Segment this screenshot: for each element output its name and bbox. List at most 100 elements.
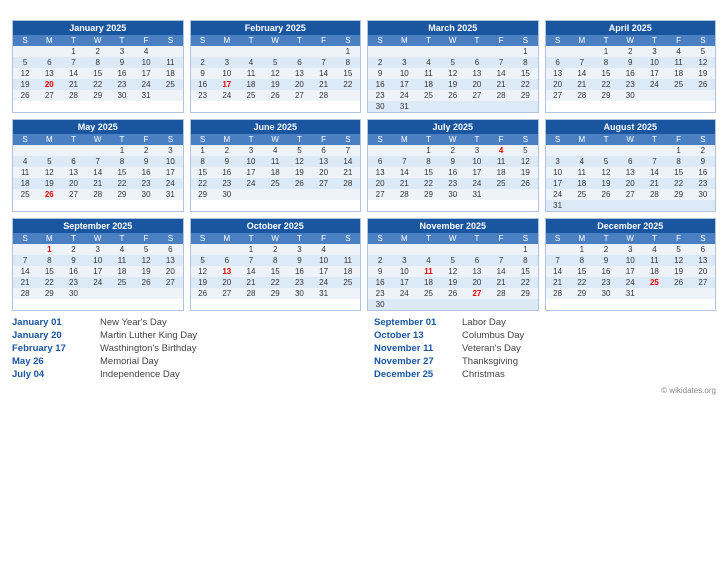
cal-day: 7: [336, 145, 360, 156]
cal-day: 9: [287, 255, 311, 266]
cal-day: 18: [489, 167, 513, 178]
cal-day: 31: [546, 200, 570, 211]
cal-day: 2: [86, 46, 110, 57]
day-header: W: [441, 233, 465, 244]
cal-day: 8: [37, 255, 61, 266]
cal-day: 19: [287, 167, 311, 178]
day-header: F: [312, 134, 336, 145]
cal-day: [263, 46, 287, 57]
cal-day: 31: [392, 101, 416, 112]
cal-table-5: SMTWTFS123456789101112131415161718192021…: [13, 134, 183, 200]
cal-day: 22: [416, 178, 440, 189]
cal-day: 29: [667, 189, 691, 200]
cal-day: 31: [618, 288, 642, 299]
holiday-date: November 27: [374, 356, 454, 367]
cal-day: 11: [239, 68, 263, 79]
cal-day: 9: [368, 68, 392, 79]
cal-day: 13: [287, 68, 311, 79]
holiday-row: November 11Veteran's Day: [374, 343, 716, 354]
cal-day: 24: [158, 178, 182, 189]
cal-day: 7: [86, 156, 110, 167]
cal-day: 3: [392, 57, 416, 68]
cal-day: 25: [642, 277, 666, 288]
cal-day: 21: [489, 79, 513, 90]
cal-day: 25: [416, 288, 440, 299]
cal-day: 9: [368, 266, 392, 277]
cal-day: 15: [263, 266, 287, 277]
cal-day: [546, 145, 570, 156]
cal-day: 3: [642, 46, 666, 57]
cal-day: 14: [489, 266, 513, 277]
cal-day: 6: [312, 145, 336, 156]
cal-day: 12: [441, 266, 465, 277]
cal-day: 30: [594, 288, 618, 299]
cal-day: 29: [570, 288, 594, 299]
cal-day: [570, 46, 594, 57]
cal-day: 26: [13, 90, 37, 101]
cal-day: [13, 145, 37, 156]
month-header-6: June 2025: [191, 120, 361, 134]
cal-day: [312, 189, 336, 200]
cal-day: 26: [191, 288, 215, 299]
day-header: W: [263, 233, 287, 244]
cal-day: 16: [368, 79, 392, 90]
cal-day: [594, 145, 618, 156]
cal-day: 18: [110, 266, 134, 277]
cal-day: 8: [513, 57, 537, 68]
day-header: M: [37, 35, 61, 46]
cal-day: 20: [158, 266, 182, 277]
cal-day: 24: [134, 79, 158, 90]
cal-day: 7: [489, 255, 513, 266]
cal-day: 2: [368, 57, 392, 68]
cal-day: 29: [594, 90, 618, 101]
cal-day: [37, 145, 61, 156]
cal-day: [287, 189, 311, 200]
cal-day: 8: [263, 255, 287, 266]
day-header: W: [618, 35, 642, 46]
cal-day: 2: [691, 145, 715, 156]
cal-day: 25: [667, 79, 691, 90]
cal-day: 20: [287, 79, 311, 90]
day-header: M: [37, 134, 61, 145]
day-header: T: [416, 35, 440, 46]
cal-day: [594, 200, 618, 211]
day-header: T: [287, 233, 311, 244]
cal-day: [691, 90, 715, 101]
holiday-row: September 01Labor Day: [374, 317, 716, 328]
cal-day: [691, 200, 715, 211]
cal-day: 24: [618, 277, 642, 288]
cal-day: 17: [239, 167, 263, 178]
cal-day: [336, 189, 360, 200]
cal-day: 18: [336, 266, 360, 277]
cal-day: 19: [441, 79, 465, 90]
day-header: T: [465, 134, 489, 145]
cal-day: 21: [61, 79, 85, 90]
holiday-date: September 01: [374, 317, 454, 328]
cal-day: 28: [489, 90, 513, 101]
cal-table-4: SMTWTFS123456789101112131415161718192021…: [546, 35, 716, 101]
cal-day: 27: [215, 288, 239, 299]
cal-day: [239, 46, 263, 57]
cal-day: [489, 101, 513, 112]
day-header: S: [546, 233, 570, 244]
cal-day: 2: [368, 255, 392, 266]
cal-day: [642, 145, 666, 156]
cal-day: 29: [513, 90, 537, 101]
day-header: S: [368, 134, 392, 145]
cal-day: 11: [416, 68, 440, 79]
cal-day: 1: [570, 244, 594, 255]
cal-day: 1: [513, 46, 537, 57]
cal-day: 27: [37, 90, 61, 101]
holiday-date: May 26: [12, 356, 92, 367]
cal-day: 11: [13, 167, 37, 178]
cal-day: 7: [13, 255, 37, 266]
cal-day: 15: [667, 167, 691, 178]
cal-day: 13: [618, 167, 642, 178]
cal-day: 10: [239, 156, 263, 167]
cal-day: 17: [312, 266, 336, 277]
cal-day: 7: [570, 57, 594, 68]
cal-day: 30: [368, 101, 392, 112]
cal-day: [667, 200, 691, 211]
day-header: S: [158, 134, 182, 145]
cal-day: 16: [691, 167, 715, 178]
